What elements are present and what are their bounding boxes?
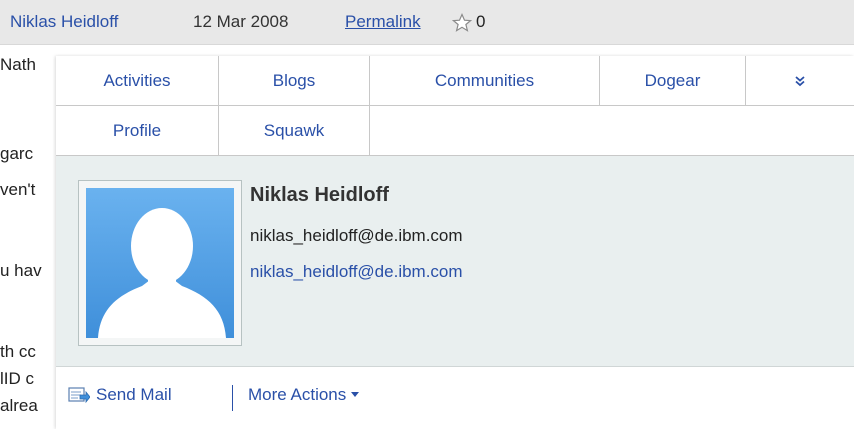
- default-person-silhouette-icon: [86, 188, 234, 338]
- tab-dogear[interactable]: Dogear: [600, 56, 746, 106]
- more-actions-label: More Actions: [248, 385, 347, 404]
- action-divider: [232, 385, 233, 411]
- more-services-button[interactable]: [746, 56, 854, 106]
- avatar: [78, 180, 242, 346]
- send-mail-label: Send Mail: [96, 385, 172, 404]
- background-text: Nath: [0, 55, 36, 74]
- star-icon[interactable]: [452, 13, 472, 33]
- post-date: 12 Mar 2008: [193, 12, 289, 31]
- double-chevron-down-icon: [795, 76, 805, 87]
- person-email: niklas_heidloff@de.ibm.com: [250, 226, 463, 245]
- rating-count: 0: [476, 12, 486, 31]
- tab-row-filler: [370, 106, 854, 156]
- background-text: u hav: [0, 261, 42, 280]
- business-card-popup: Activities Blogs Communities Dogear Prof…: [56, 56, 854, 429]
- tab-blogs[interactable]: Blogs: [219, 56, 370, 106]
- background-text: alrea: [0, 396, 38, 415]
- person-name: Niklas Heidloff: [250, 184, 389, 206]
- background-text: garc: [0, 144, 34, 163]
- background-text: ven't: [0, 180, 36, 199]
- profile-summary: Niklas Heidloff niklas_heidloff@de.ibm.c…: [56, 156, 854, 367]
- caret-down-icon: [351, 392, 360, 397]
- mail-send-icon: [68, 387, 91, 404]
- author-link[interactable]: Niklas Heidloff: [10, 0, 118, 44]
- background-text: th cc: [0, 342, 36, 361]
- card-actions-bar: Send Mail More Actions: [56, 367, 854, 429]
- more-actions-dropdown[interactable]: More Actions: [248, 385, 360, 405]
- service-links-menu: Activities Blogs Communities Dogear Prof…: [56, 56, 854, 156]
- person-email-link[interactable]: niklas_heidloff@de.ibm.com: [250, 262, 463, 282]
- permalink-link[interactable]: Permalink: [345, 0, 421, 44]
- tab-activities[interactable]: Activities: [56, 56, 219, 106]
- tab-squawk[interactable]: Squawk: [219, 106, 370, 156]
- tab-communities[interactable]: Communities: [370, 56, 600, 106]
- background-text: lID c: [0, 369, 34, 388]
- post-meta-bar: Niklas Heidloff 12 Mar 2008 Permalink 0: [0, 0, 854, 45]
- send-mail-button[interactable]: Send Mail: [68, 385, 172, 405]
- tab-profile[interactable]: Profile: [56, 106, 219, 156]
